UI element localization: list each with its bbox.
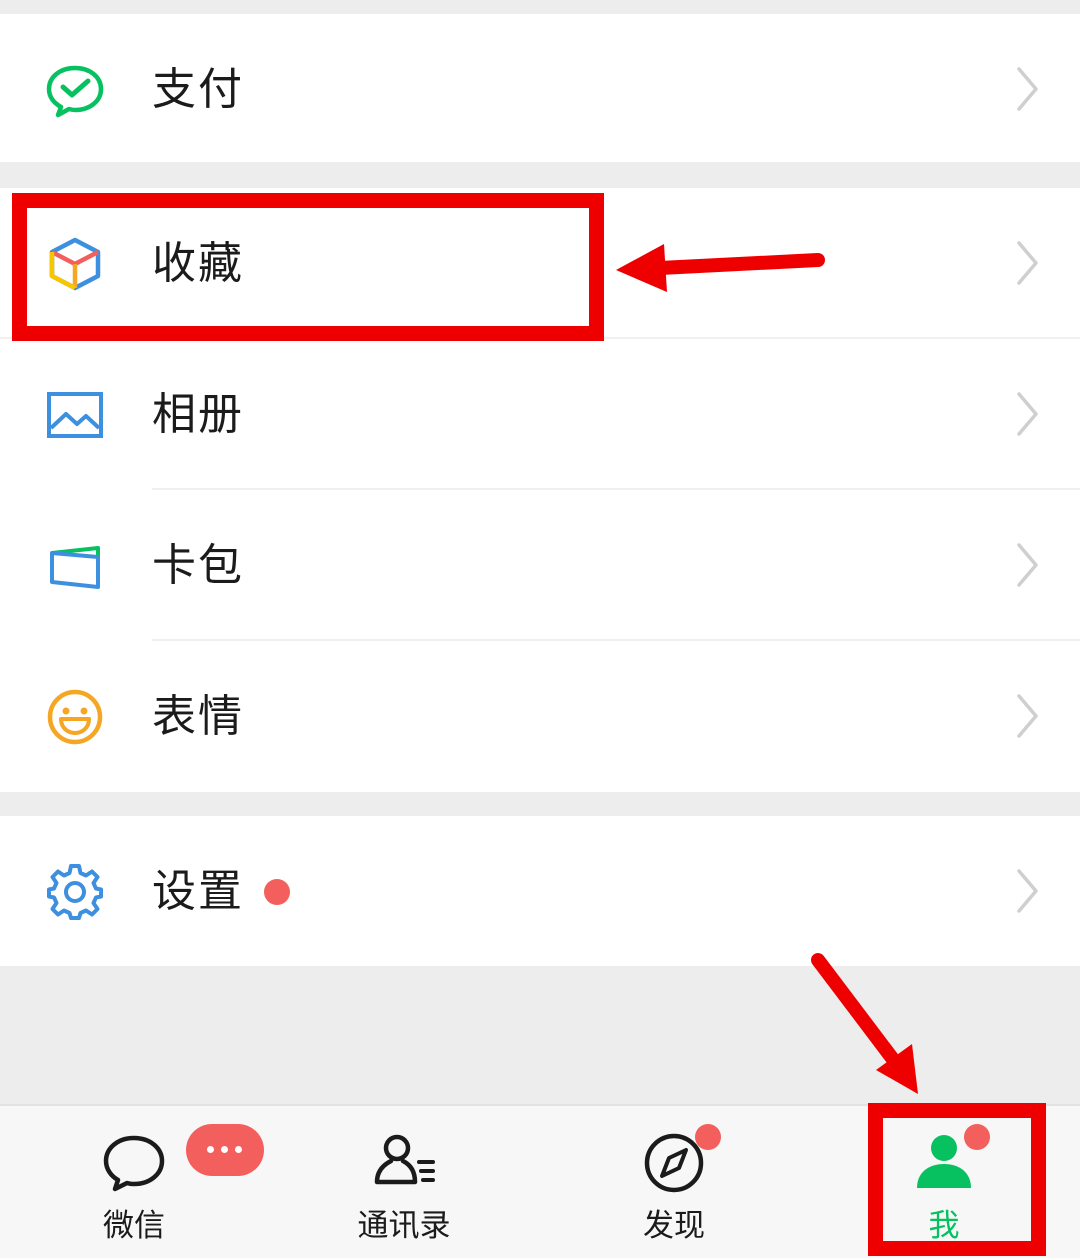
image-icon — [44, 384, 106, 446]
card-wallet-icon — [44, 535, 106, 597]
menu-group-pay: 支付 — [0, 14, 1080, 162]
menu-group-settings: 设置 — [0, 816, 1080, 966]
contacts-icon — [369, 1126, 439, 1196]
menu-label-favorites: 收藏 — [152, 238, 244, 289]
menu-label-stickers: 表情 — [152, 691, 244, 742]
tab-label-chats: 微信 — [103, 1208, 165, 1244]
tab-discover[interactable]: 发现 — [574, 1106, 774, 1258]
menu-item-cards[interactable]: 卡包 — [0, 490, 1080, 641]
chevron-right-icon — [1016, 391, 1040, 437]
menu-group-main: 收藏 相册 卡包 表情 — [0, 188, 1080, 792]
smiley-icon — [44, 686, 106, 748]
unread-badge — [186, 1124, 264, 1176]
menu-label-settings: 设置 — [152, 866, 244, 917]
bottom-tab-bar: 微信 通讯录 发现 我 — [0, 1104, 1080, 1258]
cube-icon — [44, 233, 106, 295]
menu-label-album: 相册 — [152, 389, 244, 440]
chevron-right-icon — [1016, 542, 1040, 588]
menu-item-favorites[interactable]: 收藏 — [0, 188, 1080, 339]
chevron-right-icon — [1016, 868, 1040, 914]
wallet-icon — [44, 59, 106, 121]
tab-label-contacts: 通讯录 — [357, 1208, 451, 1244]
chat-bubble-icon — [99, 1126, 169, 1196]
tab-contacts[interactable]: 通讯录 — [304, 1106, 504, 1258]
menu-label-cards: 卡包 — [152, 540, 244, 591]
tab-chats[interactable]: 微信 — [34, 1106, 264, 1258]
tab-me[interactable]: 我 — [844, 1106, 1044, 1258]
menu-item-album[interactable]: 相册 — [0, 339, 1080, 490]
chevron-right-icon — [1016, 693, 1040, 739]
notification-dot — [264, 879, 290, 905]
chevron-right-icon — [1016, 240, 1040, 286]
chevron-right-icon — [1016, 66, 1040, 112]
menu-item-pay[interactable]: 支付 — [0, 14, 1080, 165]
tab-label-me: 我 — [928, 1208, 960, 1244]
menu-label-pay: 支付 — [152, 64, 244, 115]
gear-icon — [44, 861, 106, 923]
notification-dot — [964, 1124, 990, 1150]
menu-item-settings[interactable]: 设置 — [0, 816, 1080, 967]
menu-item-stickers[interactable]: 表情 — [0, 641, 1080, 792]
tab-label-discover: 发现 — [643, 1208, 705, 1244]
arrow-to-me-tab — [811, 953, 918, 1094]
notification-dot — [695, 1124, 721, 1150]
